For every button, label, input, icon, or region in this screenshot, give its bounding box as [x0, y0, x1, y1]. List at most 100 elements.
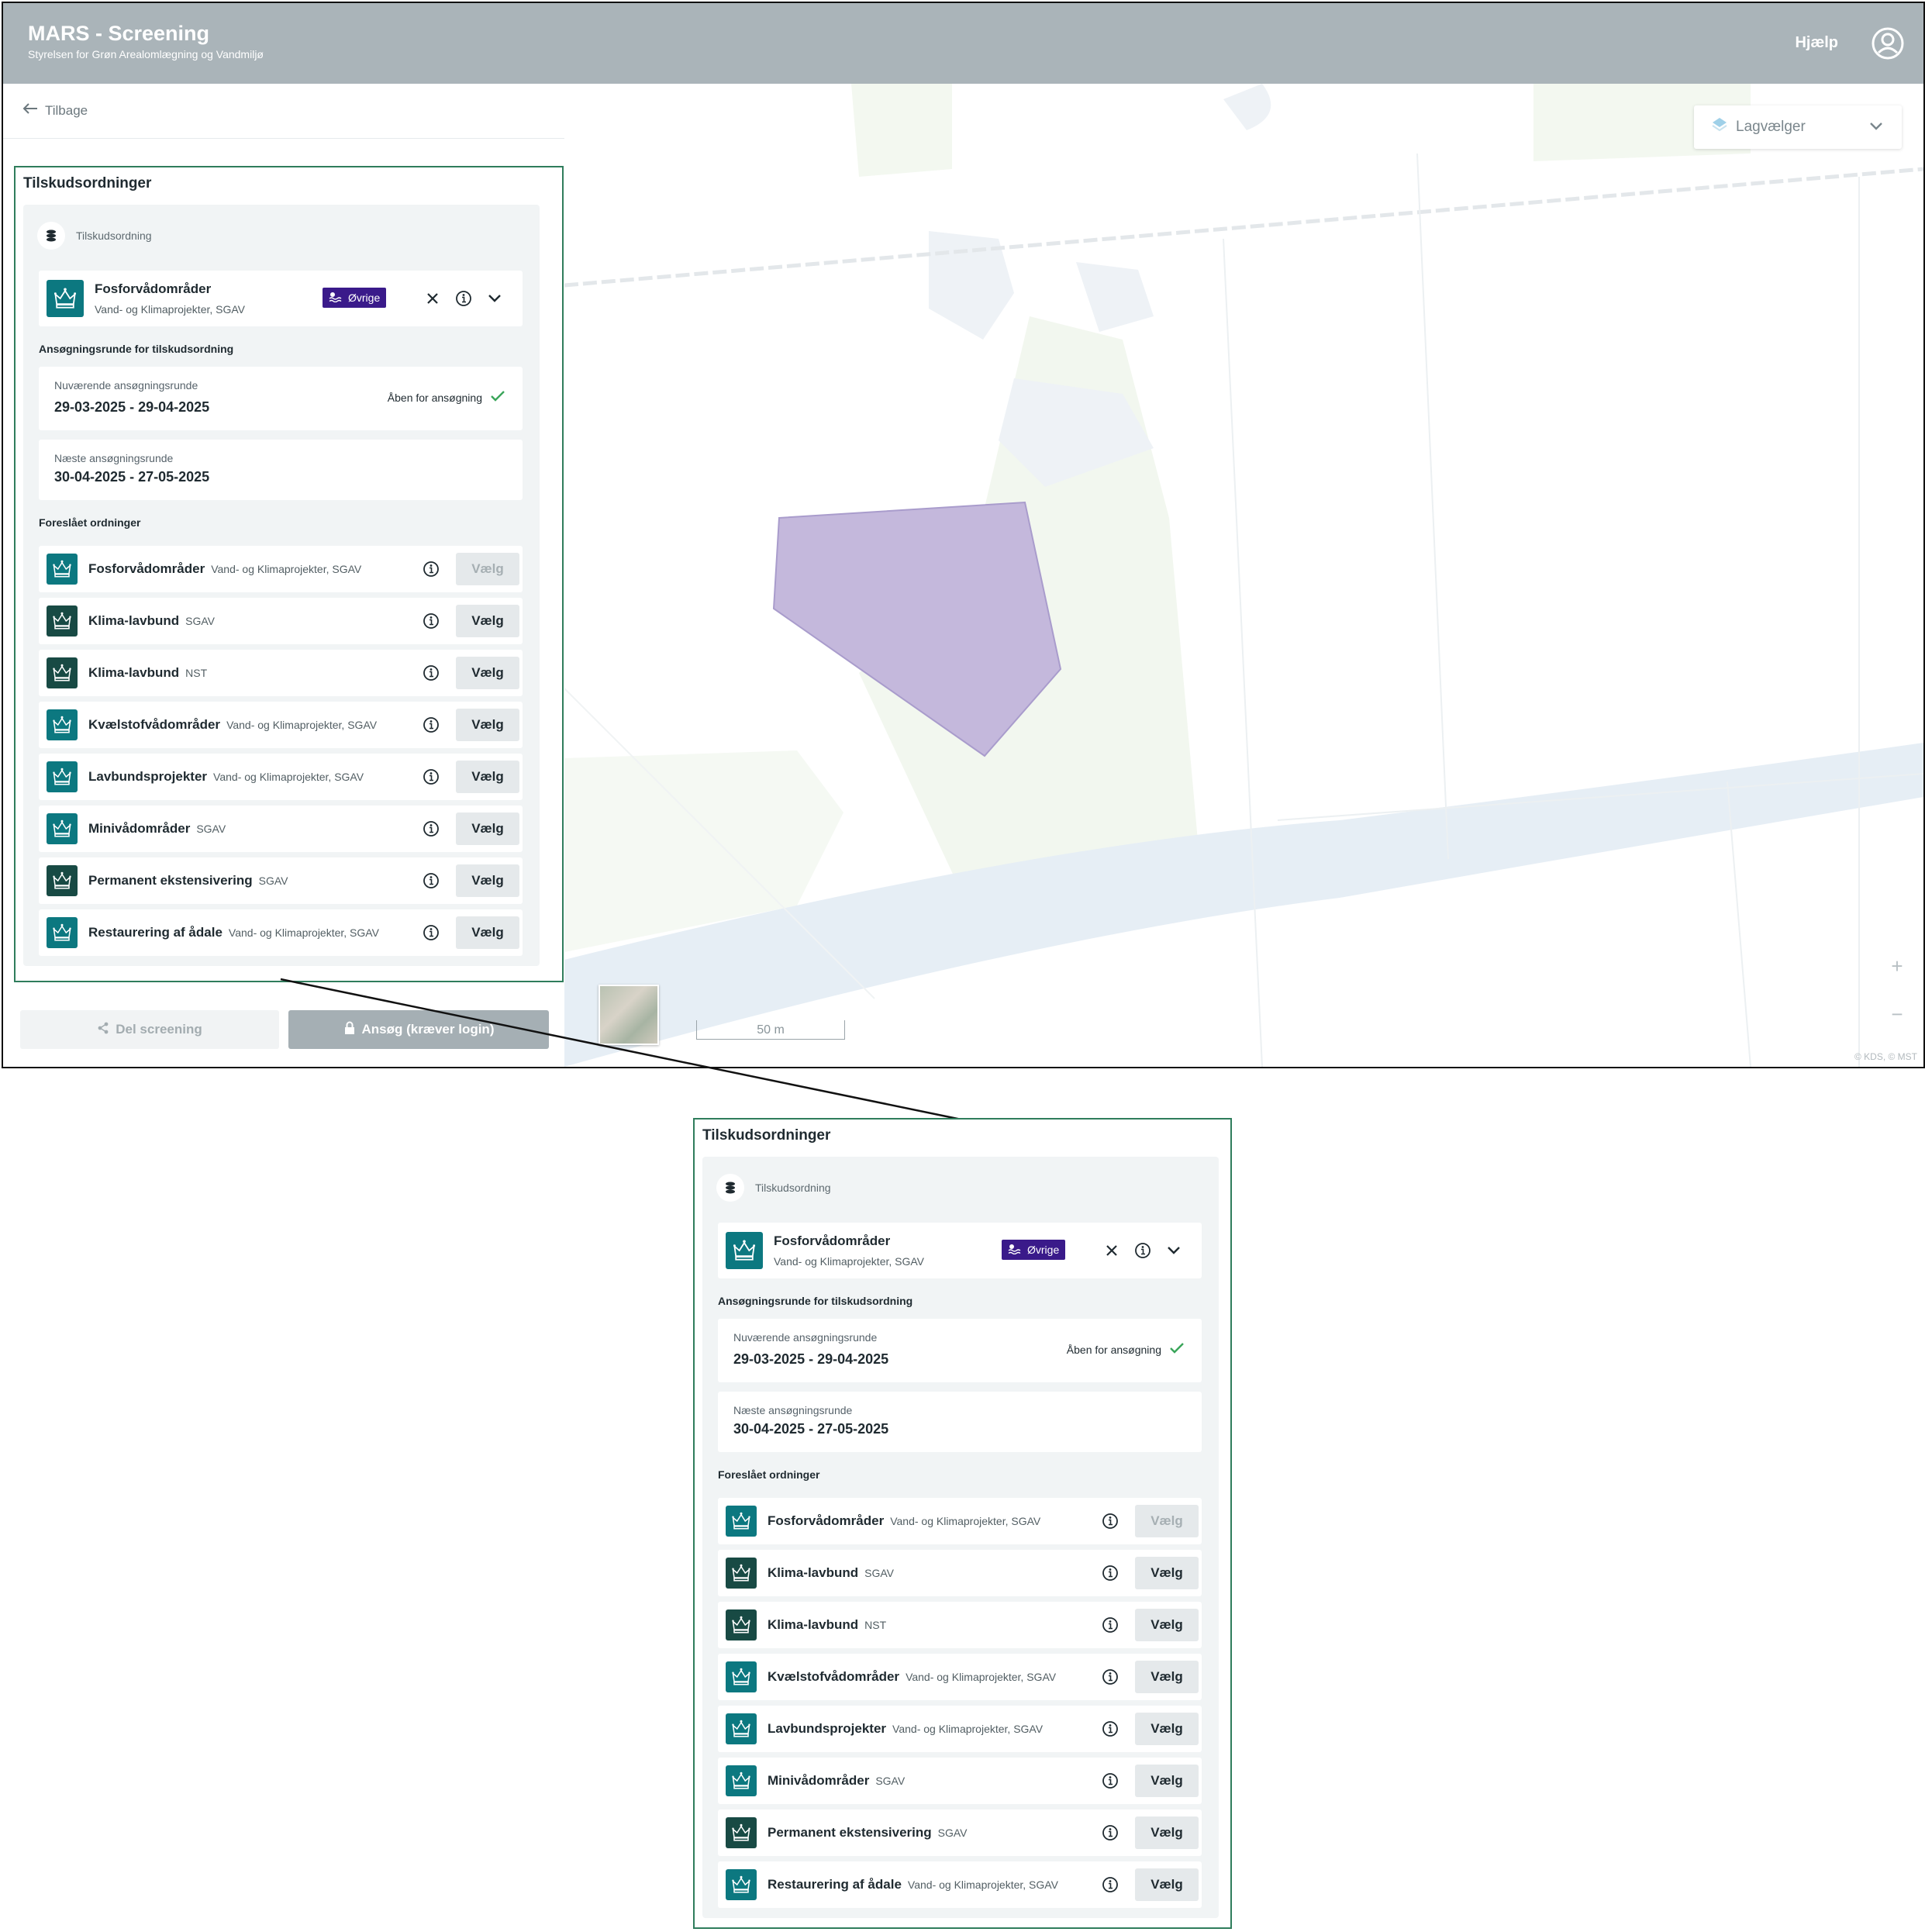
info-icon[interactable] — [1099, 1718, 1121, 1740]
info-icon[interactable] — [420, 766, 442, 788]
open-status: Åben for ansøgning — [388, 390, 505, 405]
scheme-option-name: Fosforvådområder Vand- og Klimaprojekter,… — [768, 1513, 1040, 1529]
info-icon[interactable] — [420, 714, 442, 736]
help-link[interactable]: Hjælp — [1795, 34, 1838, 52]
choose-scheme-button[interactable]: Vælg — [456, 553, 519, 585]
scheme-header-label: Tilskudsordning — [755, 1182, 831, 1194]
open-status-label: Åben for ansøgning — [1066, 1343, 1161, 1356]
choose-scheme-button[interactable]: Vælg — [1135, 1557, 1199, 1589]
scheme-option-name: Kvælstofvådområder Vand- og Klimaprojekte… — [88, 717, 377, 733]
choose-scheme-button[interactable]: Vælg — [1135, 1816, 1199, 1849]
choose-scheme-button[interactable]: Vælg — [456, 916, 519, 949]
next-round-caption: Næste ansøgningsrunde — [54, 452, 174, 464]
next-round-dates: 30-04-2025 - 27-05-2025 — [54, 469, 210, 485]
current-round-caption: Nuværende ansøgningsrunde — [733, 1331, 878, 1344]
chevron-down-icon[interactable] — [484, 288, 505, 309]
share-screening-button[interactable]: Del screening — [20, 1010, 279, 1049]
info-icon[interactable] — [420, 610, 442, 632]
info-icon[interactable] — [1099, 1770, 1121, 1792]
scheme-option-name: Klima-lavbund SGAV — [768, 1565, 894, 1581]
crown-icon — [726, 1609, 757, 1640]
choose-scheme-button[interactable]: Vælg — [1135, 1505, 1199, 1537]
selected-scheme-org: Vand- og Klimaprojekter, SGAV — [95, 303, 246, 316]
info-icon[interactable] — [420, 558, 442, 580]
scheme-option-name: Minivådområder SGAV — [768, 1773, 905, 1789]
info-icon[interactable] — [1099, 1874, 1121, 1896]
choose-scheme-button[interactable]: Vælg — [1135, 1713, 1199, 1745]
zoom-in-button[interactable]: + — [1880, 949, 1914, 983]
crown-icon — [47, 761, 78, 792]
scheme-option-row: Restaurering af ådale Vand- og Klimaproje… — [718, 1861, 1202, 1908]
scheme-option-row: Klima-lavbund SGAV Vælg — [718, 1550, 1202, 1596]
choose-scheme-button[interactable]: Vælg — [456, 605, 519, 637]
choose-scheme-button[interactable]: Vælg — [1135, 1661, 1199, 1693]
info-icon[interactable] — [1099, 1614, 1121, 1636]
grant-schemes-panel-zoom: Tilskudsordninger Tilskudsordning Fosfor… — [693, 1118, 1232, 1929]
choose-scheme-button[interactable]: Vælg — [456, 864, 519, 897]
layer-picker[interactable]: Lagvælger — [1694, 105, 1902, 149]
user-icon[interactable] — [1871, 26, 1905, 60]
share-screening-label: Del screening — [116, 1022, 202, 1037]
zoom-out-button[interactable]: − — [1880, 997, 1914, 1031]
info-icon[interactable] — [420, 922, 442, 944]
map-scale: 50 m — [696, 1020, 845, 1040]
crown-icon — [726, 1713, 757, 1744]
info-icon[interactable] — [1132, 1240, 1154, 1261]
info-icon[interactable] — [420, 870, 442, 892]
info-icon[interactable] — [1099, 1510, 1121, 1532]
scheme-option-row: Klima-lavbund NST Vælg — [718, 1602, 1202, 1648]
scheme-option-org: Vand- og Klimaprojekter, SGAV — [907, 1879, 1058, 1891]
crown-icon — [726, 1506, 757, 1537]
layer-picker-label: Lagvælger — [1736, 119, 1806, 135]
coins-icon — [716, 1174, 744, 1202]
scheme-option-title: Restaurering af ådale — [768, 1877, 902, 1892]
wetland-icon — [1008, 1244, 1023, 1257]
selected-scheme-name: Fosforvådområder — [774, 1233, 891, 1248]
scheme-option-org: SGAV — [864, 1567, 894, 1579]
chevron-down-icon[interactable] — [1163, 1240, 1185, 1261]
next-round-caption: Næste ansøgningsrunde — [733, 1404, 853, 1416]
info-icon[interactable] — [1099, 1666, 1121, 1688]
scheme-option-title: Kvælstofvådområder — [88, 717, 221, 732]
scheme-option-name: Klima-lavbund NST — [88, 665, 207, 681]
scheme-option-name: Permanent ekstensivering SGAV — [88, 873, 288, 888]
choose-scheme-button[interactable]: Vælg — [456, 761, 519, 793]
crown-icon — [47, 657, 78, 688]
close-icon[interactable] — [422, 288, 443, 309]
map-view[interactable]: Lagvælger + − 50 m © KDS, © MST — [564, 84, 1923, 1067]
choose-scheme-button[interactable]: Vælg — [1135, 1765, 1199, 1797]
info-icon[interactable] — [453, 288, 474, 309]
scheme-option-org: Vand- og Klimaprojekter, SGAV — [213, 771, 364, 783]
choose-scheme-button[interactable]: Vælg — [456, 812, 519, 845]
info-icon[interactable] — [1099, 1822, 1121, 1844]
scheme-option-org: Vand- og Klimaprojekter, SGAV — [890, 1515, 1041, 1527]
choose-scheme-button[interactable]: Vælg — [1135, 1609, 1199, 1641]
selected-scheme-org: Vand- og Klimaprojekter, SGAV — [774, 1255, 925, 1268]
choose-scheme-button[interactable]: Vælg — [456, 657, 519, 689]
scheme-option-name: Permanent ekstensivering SGAV — [768, 1825, 968, 1841]
choose-scheme-button[interactable]: Vælg — [1135, 1868, 1199, 1901]
selected-scheme-name: Fosforvådområder — [95, 281, 212, 296]
scheme-option-name: Lavbundsprojekter Vand- og Klimaprojekter… — [88, 769, 364, 785]
scheme-header: Tilskudsordning — [716, 1172, 831, 1203]
basemap-toggle[interactable] — [599, 985, 659, 1045]
crown-icon — [726, 1869, 757, 1900]
crown-icon — [47, 554, 78, 585]
scheme-option-org: SGAV — [185, 615, 215, 627]
back-label: Tilbage — [45, 102, 88, 118]
chevron-down-icon — [1869, 119, 1883, 136]
apply-button[interactable]: Ansøg (kræver login) — [288, 1010, 549, 1049]
info-icon[interactable] — [420, 662, 442, 684]
scheme-option-title: Lavbundsprojekter — [88, 769, 208, 784]
scheme-option-row: Restaurering af ådale Vand- og Klimaproje… — [39, 909, 523, 956]
scheme-option-row: Minivådområder SGAV Vælg — [39, 806, 523, 852]
check-icon — [1169, 1342, 1185, 1357]
back-link[interactable]: Tilbage — [22, 102, 88, 119]
scheme-option-name: Restaurering af ådale Vand- og Klimaproje… — [768, 1877, 1058, 1892]
info-icon[interactable] — [420, 818, 442, 840]
close-icon[interactable] — [1101, 1240, 1123, 1261]
map-canvas — [564, 84, 1923, 1067]
scheme-option-row: Kvælstofvådområder Vand- og Klimaprojekte… — [39, 702, 523, 748]
info-icon[interactable] — [1099, 1562, 1121, 1584]
choose-scheme-button[interactable]: Vælg — [456, 709, 519, 741]
